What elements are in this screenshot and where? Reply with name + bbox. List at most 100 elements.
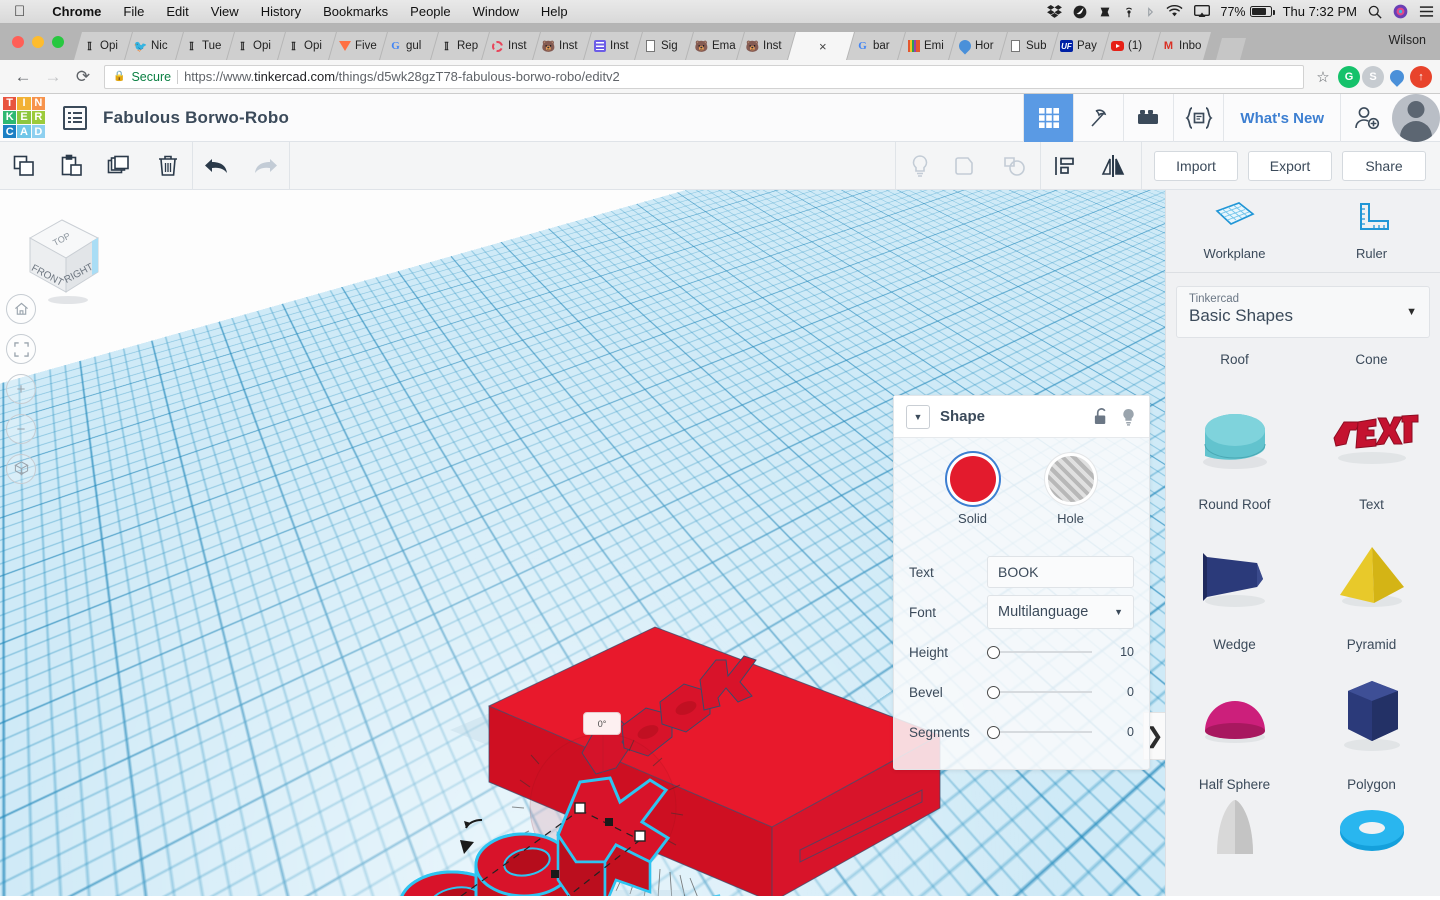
shape-roof-label-cell[interactable]: Roof: [1166, 344, 1303, 378]
skype-extension-icon[interactable]: S: [1362, 65, 1384, 88]
grid-view-icon[interactable]: [1023, 94, 1074, 142]
bevel-slider[interactable]: [987, 685, 1100, 699]
height-slider-knob[interactable]: [987, 645, 1000, 659]
window-minimize-button[interactable]: [32, 36, 44, 48]
shape-wedge[interactable]: Wedge: [1166, 518, 1303, 658]
ruler-tool[interactable]: Ruler: [1303, 190, 1440, 272]
browser-tab[interactable]: 🐻 Ema: [686, 32, 744, 60]
browser-tab-active[interactable]: ×: [788, 32, 854, 60]
home-view-button[interactable]: [6, 294, 36, 324]
view-cube[interactable]: TOP FRONT RIGHT: [14, 208, 110, 304]
add-person-icon[interactable]: [1340, 94, 1392, 142]
bluetooth-icon[interactable]: [1146, 5, 1155, 19]
notification-center-icon[interactable]: [1419, 5, 1434, 18]
segments-value[interactable]: 0: [1100, 725, 1134, 739]
browser-tab[interactable]: 𝕀 Opi: [227, 32, 285, 60]
back-arrow-icon[interactable]: ←: [8, 67, 38, 87]
tab-close-icon[interactable]: ×: [819, 39, 827, 54]
segments-slider-knob[interactable]: [987, 725, 1000, 739]
browser-tab[interactable]: Emi: [898, 32, 956, 60]
bevel-slider-track[interactable]: [1000, 691, 1092, 693]
workplane-tool[interactable]: Workplane: [1166, 190, 1303, 272]
browser-tab[interactable]: Sub: [1000, 32, 1058, 60]
menu-bar-clock[interactable]: Thu 7:32 PM: [1283, 4, 1357, 19]
unlocked-padlock-icon[interactable]: [1093, 407, 1110, 426]
shape-cone-label-cell[interactable]: Cone: [1303, 344, 1440, 378]
tinkercad-logo[interactable]: T I N K E R C A D: [3, 96, 45, 139]
menu-item-bookmarks[interactable]: Bookmarks: [312, 4, 399, 19]
ungroup-icon[interactable]: [992, 142, 1040, 190]
forward-arrow-icon[interactable]: →: [38, 67, 68, 87]
shape-torus[interactable]: [1303, 798, 1440, 868]
solid-color-swatch[interactable]: [949, 456, 996, 502]
browser-tab[interactable]: (1): [1102, 32, 1160, 60]
pickaxe-icon[interactable]: [1073, 94, 1123, 142]
delete-trash-icon[interactable]: [144, 142, 192, 190]
font-select[interactable]: Multilanguage ▼: [987, 595, 1134, 629]
new-tab-button[interactable]: [1216, 38, 1246, 60]
align-icon[interactable]: [1041, 142, 1089, 190]
fit-to-view-button[interactable]: [6, 334, 36, 364]
paste-icon[interactable]: [48, 142, 96, 190]
height-value[interactable]: 10: [1100, 645, 1134, 659]
star-icon[interactable]: ☆: [1310, 68, 1336, 86]
light-bulb-icon[interactable]: [896, 142, 944, 190]
antenna-icon[interactable]: [1123, 5, 1135, 19]
apple-icon[interactable]: : [14, 4, 25, 19]
perspective-toggle-button[interactable]: [6, 454, 36, 484]
browser-tab[interactable]: Sig: [635, 32, 693, 60]
import-button[interactable]: Import: [1154, 150, 1238, 181]
height-slider[interactable]: [987, 645, 1100, 659]
browser-tab[interactable]: 𝕀 Opi: [74, 32, 132, 60]
dropbox-icon[interactable]: [1046, 5, 1062, 18]
browser-tab[interactable]: Inst: [584, 32, 642, 60]
hole-mode[interactable]: Hole: [1047, 456, 1094, 526]
menu-item-window[interactable]: Window: [462, 4, 530, 19]
bevel-value[interactable]: 0: [1100, 685, 1134, 699]
shape-half-sphere[interactable]: Half Sphere: [1166, 658, 1303, 798]
reload-icon[interactable]: ⟳: [68, 67, 98, 87]
browser-tab[interactable]: Inst: [482, 32, 540, 60]
menu-item-history[interactable]: History: [250, 4, 312, 19]
segments-slider[interactable]: [987, 725, 1100, 739]
airplay-icon[interactable]: [1193, 5, 1210, 18]
light-bulb-icon[interactable]: [1120, 407, 1137, 427]
wifi-icon[interactable]: [1166, 5, 1183, 18]
shape-polygon[interactable]: Polygon: [1303, 658, 1440, 798]
chevron-down-icon[interactable]: ▼: [906, 404, 930, 429]
mirror-icon[interactable]: [1089, 142, 1137, 190]
upload-extension-icon[interactable]: ↑: [1410, 65, 1432, 88]
shield-icon[interactable]: [1073, 5, 1087, 19]
menu-item-help[interactable]: Help: [530, 4, 579, 19]
group-icon[interactable]: [944, 142, 992, 190]
browser-tab[interactable]: 𝕀 Opi: [278, 32, 336, 60]
redo-icon[interactable]: [241, 142, 289, 190]
duplicate-icon[interactable]: [96, 142, 144, 190]
zoom-out-button[interactable]: −: [6, 414, 36, 444]
browser-tab[interactable]: Ggul: [380, 32, 438, 60]
profile-name[interactable]: Wilson: [1388, 33, 1426, 47]
lego-brick-icon[interactable]: [1123, 94, 1173, 142]
copy-icon[interactable]: [0, 142, 48, 190]
shape-text[interactable]: Text: [1303, 378, 1440, 518]
address-bar[interactable]: 🔒 Secure https://www.tinkercad.com/thing…: [104, 64, 1304, 89]
menu-item-view[interactable]: View: [200, 4, 250, 19]
browser-tab[interactable]: Hor: [949, 32, 1007, 60]
browser-tab[interactable]: Gbar: [847, 32, 905, 60]
height-slider-track[interactable]: [1000, 651, 1092, 653]
battery-status[interactable]: 77%: [1221, 5, 1275, 19]
shape-library-select[interactable]: Tinkercad Basic Shapes ▼: [1176, 286, 1430, 338]
browser-tab[interactable]: 🐻 Inst: [533, 32, 591, 60]
export-button[interactable]: Export: [1248, 150, 1332, 181]
browser-tab[interactable]: 𝕀 Rep: [431, 32, 489, 60]
shape-round-roof[interactable]: Round Roof: [1166, 378, 1303, 518]
codeblocks-icon[interactable]: [1173, 94, 1223, 142]
text-input[interactable]: BOOK: [987, 556, 1134, 588]
menu-item-edit[interactable]: Edit: [155, 4, 199, 19]
window-close-button[interactable]: [12, 36, 24, 48]
browser-tab[interactable]: 🐻 Inst: [737, 32, 795, 60]
browser-tab[interactable]: M Inbo: [1153, 32, 1211, 60]
share-button[interactable]: Share: [1342, 150, 1426, 181]
window-zoom-button[interactable]: [52, 36, 64, 48]
zoom-in-button[interactable]: +: [6, 374, 36, 404]
